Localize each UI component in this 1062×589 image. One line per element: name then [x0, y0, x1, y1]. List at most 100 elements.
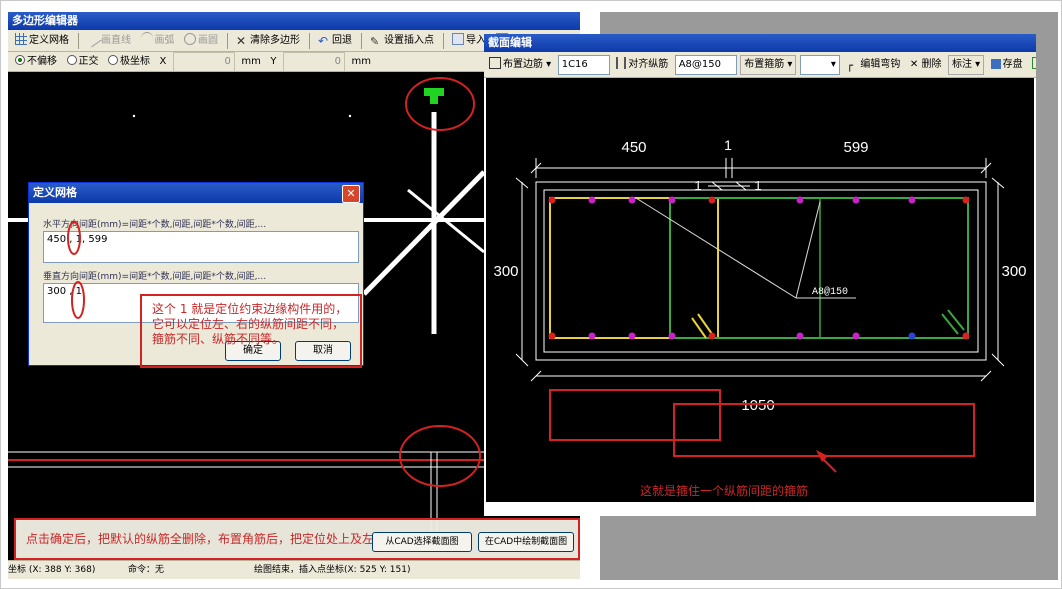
- rebar: [588, 332, 596, 340]
- draw-circle-button[interactable]: 画圆: [181, 32, 221, 50]
- rebar-corner: [962, 196, 970, 204]
- polygon-editor-titlebar: 多边形编辑器: [8, 12, 580, 30]
- status-coords: 坐标 (X: 388 Y: 368): [8, 565, 96, 575]
- delete-icon: ✕: [909, 59, 922, 70]
- canvas-point: [132, 114, 136, 118]
- stirrup-input[interactable]: A8@150: [674, 55, 737, 75]
- clear-polygon-button[interactable]: ✕ 清除多边形: [233, 32, 303, 50]
- import-button[interactable]: 导入: [449, 32, 489, 50]
- x-label: X: [159, 56, 167, 67]
- y-offset-input[interactable]: 0: [282, 52, 345, 71]
- delete-button[interactable]: ✕ 删除: [907, 56, 945, 74]
- section-outline: [535, 181, 987, 361]
- highlight-circle-top: [405, 77, 475, 131]
- highlight-circle-bottom: [399, 425, 481, 487]
- dim-top-mid-text: 1: [724, 137, 732, 153]
- hook-icon: ┌: [846, 59, 854, 72]
- leader-line-1: [635, 197, 797, 299]
- import-icon: [452, 33, 464, 45]
- highlight-horizontal-one: [67, 221, 81, 255]
- annotate-button[interactable]: 标注 ▾: [947, 55, 985, 75]
- y-unit: mm: [351, 56, 371, 67]
- status-bar: 坐标 (X: 388 Y: 368) 命令：无 绘图结束，插入点坐标(X: 52…: [8, 560, 580, 579]
- dialog-annotation-text: 这个 1 就是定位约束边缘构件用的，它可以定位左、右的纵筋间距不同，箍筋不同、纵…: [152, 302, 348, 346]
- line-icon: [84, 30, 102, 48]
- insert-point-icon: ✎: [370, 35, 380, 48]
- stirrup-label: A8@150: [812, 286, 848, 298]
- dim-left-text: 300: [493, 263, 518, 280]
- radio-orthogonal[interactable]: 正交: [64, 53, 102, 71]
- x-unit: mm: [241, 56, 261, 67]
- dialog-annotation-box: 这个 1 就是定位约束边缘构件用的，它可以定位左、右的纵筋间距不同，箍筋不同、纵…: [140, 294, 362, 368]
- section-editor-title: 截面编辑: [488, 36, 532, 49]
- edit-hook-button[interactable]: ┌ 编辑弯钩: [843, 56, 903, 74]
- rebar: [628, 196, 636, 204]
- align-icon: [616, 57, 627, 69]
- status-command: 命令：无: [128, 565, 165, 575]
- extract-icon: [1032, 57, 1036, 69]
- circle-icon: [184, 33, 196, 45]
- grid-diagonal-line: [362, 170, 486, 296]
- stirrup-type-select[interactable]: ▾: [799, 55, 840, 75]
- set-insert-point-button[interactable]: ✎ 设置插入点: [367, 32, 437, 50]
- y-label: Y: [270, 56, 277, 67]
- place-stirrup-button[interactable]: 布置箍筋 ▾: [740, 55, 797, 75]
- toolbar-separator: [226, 33, 228, 49]
- leader-line-2: [795, 201, 821, 299]
- draw-line-button[interactable]: 画直线: [84, 30, 134, 50]
- toolbar-separator: [308, 33, 310, 49]
- polygon-editor-title: 多边形编辑器: [12, 14, 78, 27]
- align-longitudinal-button[interactable]: 对齐纵筋: [613, 56, 671, 74]
- insertion-marker: [424, 88, 444, 104]
- rebar: [908, 196, 916, 204]
- toolbar-separator: [360, 33, 362, 49]
- stirrup-green: [669, 197, 969, 339]
- section-editor-window: 截面编辑 布置边筋 ▾ 1C16 对齐纵筋 A8@150 布置箍筋 ▾ ▾ ┌ 编…: [484, 34, 1036, 516]
- dim-small-left-text: 1: [694, 178, 701, 193]
- rebar: [796, 196, 804, 204]
- highlight-vertical-one: [71, 281, 85, 319]
- draw-arc-button[interactable]: 画弧: [138, 32, 178, 50]
- section-editor-titlebar: 截面编辑: [484, 34, 1036, 52]
- define-grid-button[interactable]: 定义网格: [12, 32, 72, 50]
- save-icon: [990, 59, 1001, 69]
- rebar: [628, 332, 636, 340]
- canvas-point: [348, 114, 352, 118]
- extract-button[interactable]: 提取: [1029, 56, 1036, 74]
- select-from-cad-button[interactable]: 从CAD选择截面图: [372, 532, 472, 552]
- arc-icon: [140, 32, 153, 45]
- undo-button[interactable]: ↶ 回退: [315, 32, 355, 50]
- dim-small-right-text: 1: [754, 178, 761, 193]
- rebar-corner: [548, 196, 556, 204]
- section-canvas[interactable]: 450 1 599 1 1 300 300 1050 A8@150: [486, 78, 1034, 502]
- radio-empty-icon: [108, 55, 118, 65]
- rebar: [852, 196, 860, 204]
- edge-rebar-icon: [489, 57, 501, 69]
- radio-polar[interactable]: 极坐标: [105, 53, 153, 71]
- stirrup-yellow: [549, 197, 719, 339]
- rebar-corner: [708, 196, 716, 204]
- section-editor-toolbar: 布置边筋 ▾ 1C16 对齐纵筋 A8@150 布置箍筋 ▾ ▾ ┌ 编辑弯钩 ✕…: [484, 52, 1036, 78]
- radio-selected-icon: [15, 55, 25, 65]
- save-button[interactable]: 存盘: [988, 56, 1026, 74]
- grid-icon: [15, 33, 27, 45]
- dim-top-right-text: 599: [843, 139, 868, 156]
- right-annotation-text: 这就是箍住一个纵筋间距的箍筋: [640, 484, 809, 498]
- rebar: [852, 332, 860, 340]
- status-message: 绘图结束，插入点坐标(X: 525 Y: 151): [254, 565, 411, 575]
- undo-icon: ↶: [318, 34, 329, 48]
- clear-icon: ✕: [236, 34, 247, 48]
- edge-rebar-input[interactable]: 1C16: [557, 55, 610, 75]
- section-inner-outline: [543, 189, 979, 353]
- rebar: [668, 332, 676, 340]
- toolbar-separator: [77, 33, 79, 49]
- draw-in-cad-button[interactable]: 在CAD中绘制截面图: [478, 532, 574, 552]
- hook-right-1: [947, 309, 965, 331]
- chevron-down-icon: ▾: [830, 59, 836, 70]
- dim-bottom-text: 1050: [741, 397, 774, 414]
- highlight-box-left: [549, 389, 721, 441]
- x-offset-input[interactable]: 0: [172, 52, 235, 71]
- radio-no-offset[interactable]: 不偏移: [12, 53, 60, 71]
- place-edge-rebar-button[interactable]: 布置边筋 ▾: [486, 56, 554, 74]
- toolbar-separator: [442, 33, 444, 49]
